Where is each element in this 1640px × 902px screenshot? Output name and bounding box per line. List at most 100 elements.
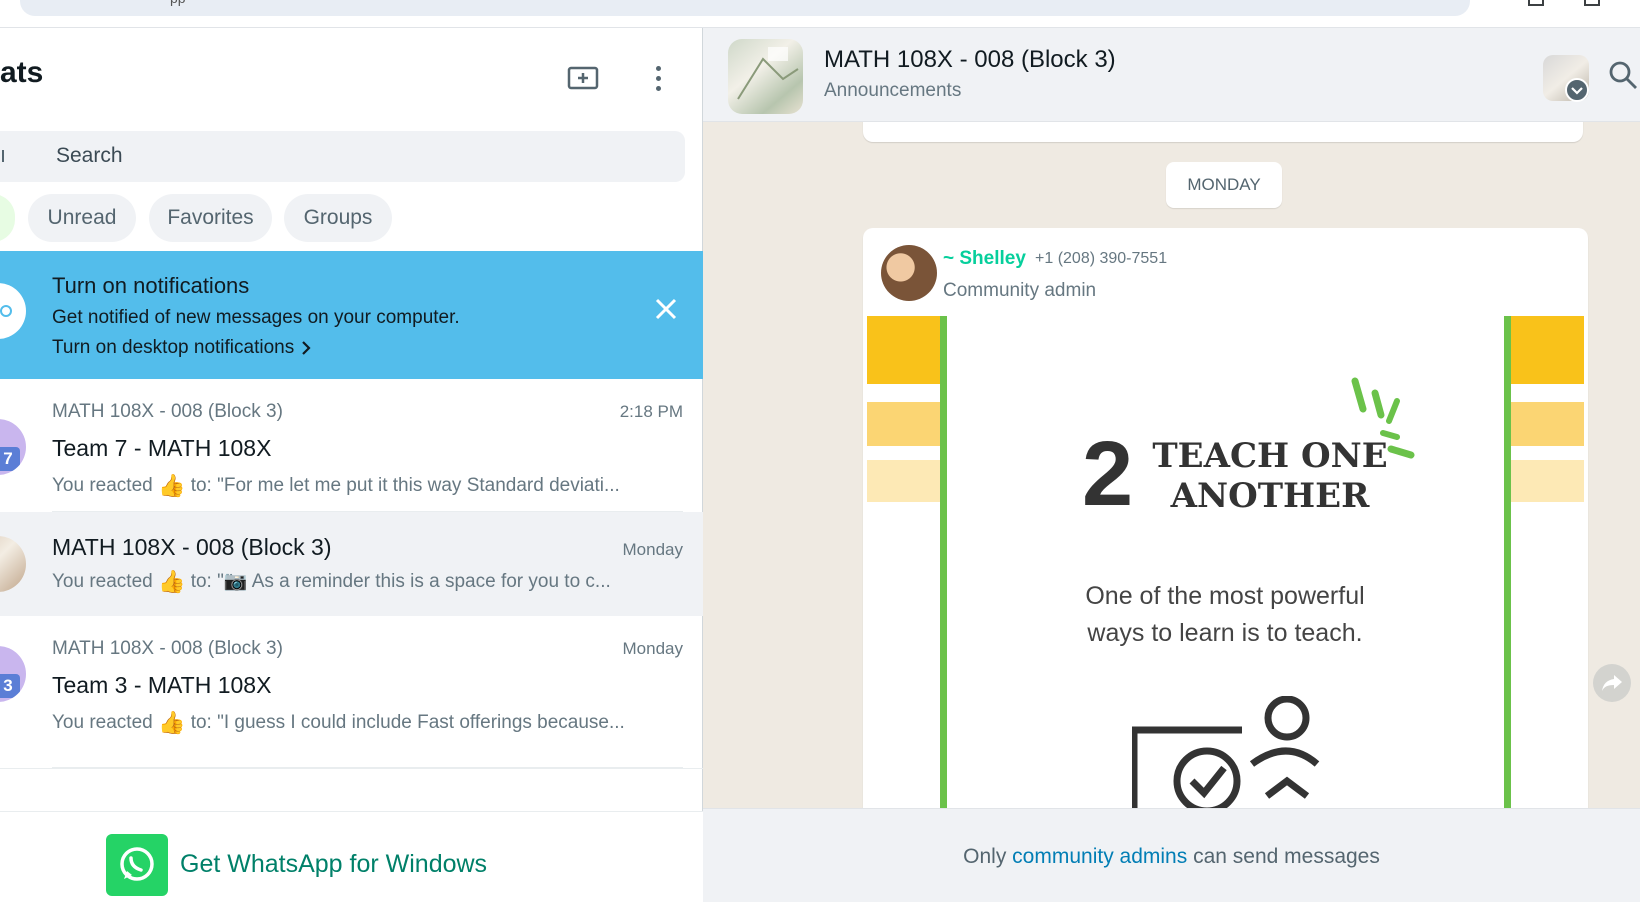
community-admins-link[interactable]: community admins (1012, 845, 1187, 868)
green-border-right (1504, 316, 1511, 808)
filter-unread[interactable]: Unread (28, 194, 136, 242)
notice-suffix: can send messages (1193, 845, 1380, 868)
address-bar[interactable]: pp (20, 0, 1470, 16)
yellow-stripe-right (1511, 316, 1584, 502)
chat-list: 7 MATH 108X - 008 (Block 3) 2:18 PM Team… (0, 379, 703, 849)
sender-role: Community admin (943, 280, 1097, 301)
preview-text: to: "📷 As a reminder this is a space for… (190, 571, 611, 592)
chat-row-team-3[interactable]: 3 MATH 108X - 008 (Block 3) Monday Team … (0, 616, 703, 768)
chat-name: MATH 108X - 008 (Block 3) (52, 534, 332, 560)
date-divider: MONDAY (1166, 162, 1282, 208)
enable-notifications-link[interactable]: Turn on desktop notifications (52, 337, 312, 359)
new-chat-icon (567, 66, 599, 90)
filter-favorites[interactable]: Favorites (149, 194, 272, 242)
get-whatsapp-link[interactable]: Get WhatsApp for Windows (180, 850, 487, 879)
chat-time: 2:18 PM (619, 402, 683, 421)
close-notification-button[interactable] (648, 291, 684, 327)
preview-prefix: You reacted (52, 712, 153, 733)
teacher-board-icon (1132, 696, 1320, 808)
search-icon (1609, 61, 1637, 89)
filter-all-chip[interactable] (0, 194, 15, 242)
green-border-left (940, 316, 947, 808)
new-chat-button[interactable] (563, 58, 603, 98)
whatsapp-logo-icon (106, 834, 168, 896)
step-number: 2 (1082, 423, 1134, 525)
sender-name[interactable]: ~ Shelley (943, 248, 1026, 270)
step-title-line-2: ANOTHER (1170, 476, 1370, 516)
menu-button[interactable] (638, 58, 678, 98)
chat-name: Team 3 - MATH 108X (52, 672, 272, 698)
chat-filters: Unread Favorites Groups (0, 194, 700, 242)
composer-disabled-notice: Only community admins can send messages (703, 808, 1640, 902)
conversation-title: MATH 108X - 008 (Block 3) (824, 46, 1116, 73)
chevron-down-icon[interactable] (1565, 78, 1589, 102)
preview-prefix: You reacted (52, 571, 153, 592)
enable-notifications-label: Turn on desktop notifications (52, 337, 295, 358)
notification-body: Get notified of new messages on your com… (52, 307, 460, 328)
step-description-line-2: ways to learn is to teach. (1087, 619, 1363, 647)
forward-icon (1602, 675, 1622, 691)
address-text: pp (170, 0, 186, 6)
chat-meta: MATH 108X - 008 (Block 3) Monday (52, 638, 683, 660)
post-image[interactable]: 2 TEACH ONE ANOTHER One of the most powe… (867, 316, 1584, 808)
team-7-avatar: 7 (0, 419, 26, 475)
search-icon (0, 150, 4, 162)
group-avatar[interactable] (728, 39, 803, 114)
get-app-banner: Get WhatsApp for Windows (0, 811, 703, 902)
thumbs-up-icon: 👍 (158, 569, 186, 594)
close-icon (655, 298, 677, 320)
chat-meta: Monday (560, 540, 683, 560)
conversation-subtitle: Announcements (824, 80, 962, 101)
conversation-header[interactable]: MATH 108X - 008 (Block 3) Announcements (703, 28, 1640, 122)
preview-text: to: "For me let me put it this way Stand… (190, 475, 620, 496)
chats-heading: ats (0, 56, 44, 89)
sender-phone: +1 (208) 390-7551 (1035, 250, 1168, 267)
chat-row-math-108x-announcements[interactable]: MATH 108X - 008 (Block 3) Monday You rea… (0, 512, 703, 616)
chat-list-panel: ats Unread Favorites Groups Turn on noti… (0, 28, 703, 902)
forward-button[interactable] (1593, 664, 1631, 702)
whatsapp-web-window: pp ats Unread Favorites Groups (0, 0, 1640, 902)
admins-only-text: Only community admins can send messages (703, 845, 1640, 869)
conversation-panel: MATH 108X - 008 (Block 3) Announcements … (703, 28, 1640, 902)
notification-title: Turn on notifications (52, 273, 250, 298)
yellow-stripe-left (867, 316, 940, 502)
kebab-menu-icon (655, 65, 661, 91)
chat-preview: You reacted 👍 to: "For me let me put it … (52, 473, 682, 499)
group-photo-avatar (0, 536, 26, 592)
profile-icon[interactable] (1584, 0, 1600, 6)
message-area[interactable]: MONDAY ~ Shelley +1 (208) 390-7551 Commu… (703, 122, 1640, 808)
browser-toolbar-icons (1528, 0, 1600, 6)
previous-message-bubble (863, 122, 1583, 142)
preview-text: to: "I guess I could include Fast offeri… (190, 712, 625, 733)
conversation-search-button[interactable] (1608, 60, 1638, 90)
thumbs-up-icon: 👍 (158, 710, 186, 735)
step-title: TEACH ONE ANOTHER (1145, 436, 1395, 516)
chat-time: Monday (622, 540, 683, 559)
preview-prefix: You reacted (52, 475, 153, 496)
chat-meta: MATH 108X - 008 (Block 3) 2:18 PM (52, 401, 683, 423)
chat-row-team-7[interactable]: 7 MATH 108X - 008 (Block 3) 2:18 PM Team… (0, 379, 703, 512)
browser-toolbar: pp (0, 0, 1640, 28)
notice-prefix: Only (963, 845, 1007, 868)
sender-avatar[interactable] (881, 245, 937, 301)
community-name: MATH 108X - 008 (Block 3) (52, 638, 283, 659)
chat-name: Team 7 - MATH 108X (52, 435, 272, 461)
team-number-badge: 3 (0, 674, 20, 698)
team-3-avatar: 3 (0, 646, 26, 702)
notification-banner: Turn on notifications Get notified of ne… (0, 251, 703, 379)
chevron-right-icon (302, 341, 311, 355)
step-description: One of the most powerful ways to learn i… (1025, 578, 1425, 652)
notification-bell-icon (0, 283, 26, 339)
extension-icon[interactable] (1528, 0, 1544, 6)
community-name: MATH 108X - 008 (Block 3) (52, 401, 283, 422)
chat-preview: You reacted 👍 to: "📷 As a reminder this … (52, 569, 682, 595)
search-input[interactable] (56, 141, 656, 171)
team-number-badge: 7 (0, 447, 20, 471)
search-bar[interactable] (0, 131, 685, 182)
step-title-line-1: TEACH ONE (1152, 436, 1388, 476)
chat-time: Monday (622, 639, 683, 658)
thumbs-up-icon: 👍 (158, 473, 186, 498)
message-bubble[interactable]: ~ Shelley +1 (208) 390-7551 Community ad… (863, 228, 1588, 808)
step-description-line-1: One of the most powerful (1085, 582, 1365, 610)
filter-groups[interactable]: Groups (284, 194, 392, 242)
